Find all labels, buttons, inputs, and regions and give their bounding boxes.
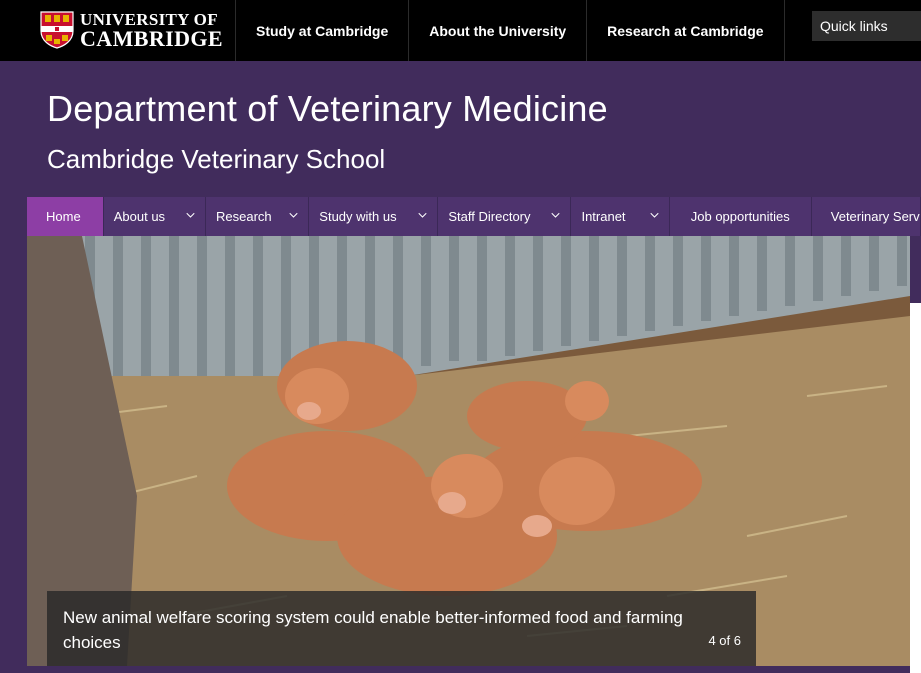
chevron-down-icon[interactable] bbox=[289, 211, 298, 220]
page-subtitle: Cambridge Veterinary School bbox=[47, 144, 386, 174]
topnav-about[interactable]: About the University bbox=[408, 0, 586, 61]
carousel-counter: 4 of 6 bbox=[708, 633, 741, 648]
page-title[interactable]: Department of Veterinary Medicine bbox=[47, 88, 608, 130]
nav-label: About us bbox=[113, 209, 166, 224]
nav-label: Study with us bbox=[319, 209, 397, 224]
logo-line2: CAMBRIDGE bbox=[80, 25, 223, 51]
nav-veterinary-services[interactable]: Veterinary Serv bbox=[812, 197, 921, 236]
chevron-down-icon[interactable] bbox=[650, 211, 659, 220]
nav-staff-directory[interactable]: Staff Directory bbox=[438, 197, 572, 236]
chevron-down-icon[interactable] bbox=[551, 211, 561, 220]
nav-label: Staff Directory bbox=[448, 209, 531, 224]
topnav-research[interactable]: Research at Cambridge bbox=[586, 0, 785, 61]
logo-line1: UNIVERSITY OF bbox=[80, 9, 218, 29]
chevron-down-icon[interactable] bbox=[186, 211, 195, 220]
cambridge-crest-icon bbox=[40, 11, 74, 49]
nav-intranet[interactable]: Intranet bbox=[571, 197, 670, 236]
nav-about-us[interactable]: About us bbox=[104, 197, 207, 236]
nav-study-with-us[interactable]: Study with us bbox=[309, 197, 439, 236]
nav-job-opportunities[interactable]: Job opportunities bbox=[670, 197, 812, 236]
nav-label: Home bbox=[46, 209, 81, 224]
carousel-caption-text[interactable]: New animal welfare scoring system could … bbox=[63, 605, 703, 655]
nav-label: Job opportunities bbox=[690, 209, 790, 224]
nav-label: Intranet bbox=[581, 209, 626, 224]
nav-research[interactable]: Research bbox=[206, 197, 310, 236]
nav-label: Veterinary Serv bbox=[830, 209, 920, 224]
page-edge bbox=[910, 303, 921, 673]
topnav-study[interactable]: Study at Cambridge bbox=[235, 0, 408, 61]
carousel-caption[interactable]: New animal welfare scoring system could … bbox=[47, 591, 756, 666]
global-header: UNIVERSITY OF CAMBRIDGE Study at Cambrid… bbox=[0, 0, 921, 61]
main-nav: Home About us Research Study with us Sta… bbox=[27, 197, 921, 236]
chevron-down-icon[interactable] bbox=[418, 211, 428, 220]
nav-label: Research bbox=[216, 209, 272, 224]
quick-links-button[interactable]: Quick links bbox=[812, 11, 921, 41]
global-nav: Study at Cambridge About the University … bbox=[235, 0, 785, 61]
university-logo[interactable]: UNIVERSITY OF CAMBRIDGE bbox=[40, 8, 223, 52]
nav-home[interactable]: Home bbox=[27, 197, 104, 236]
